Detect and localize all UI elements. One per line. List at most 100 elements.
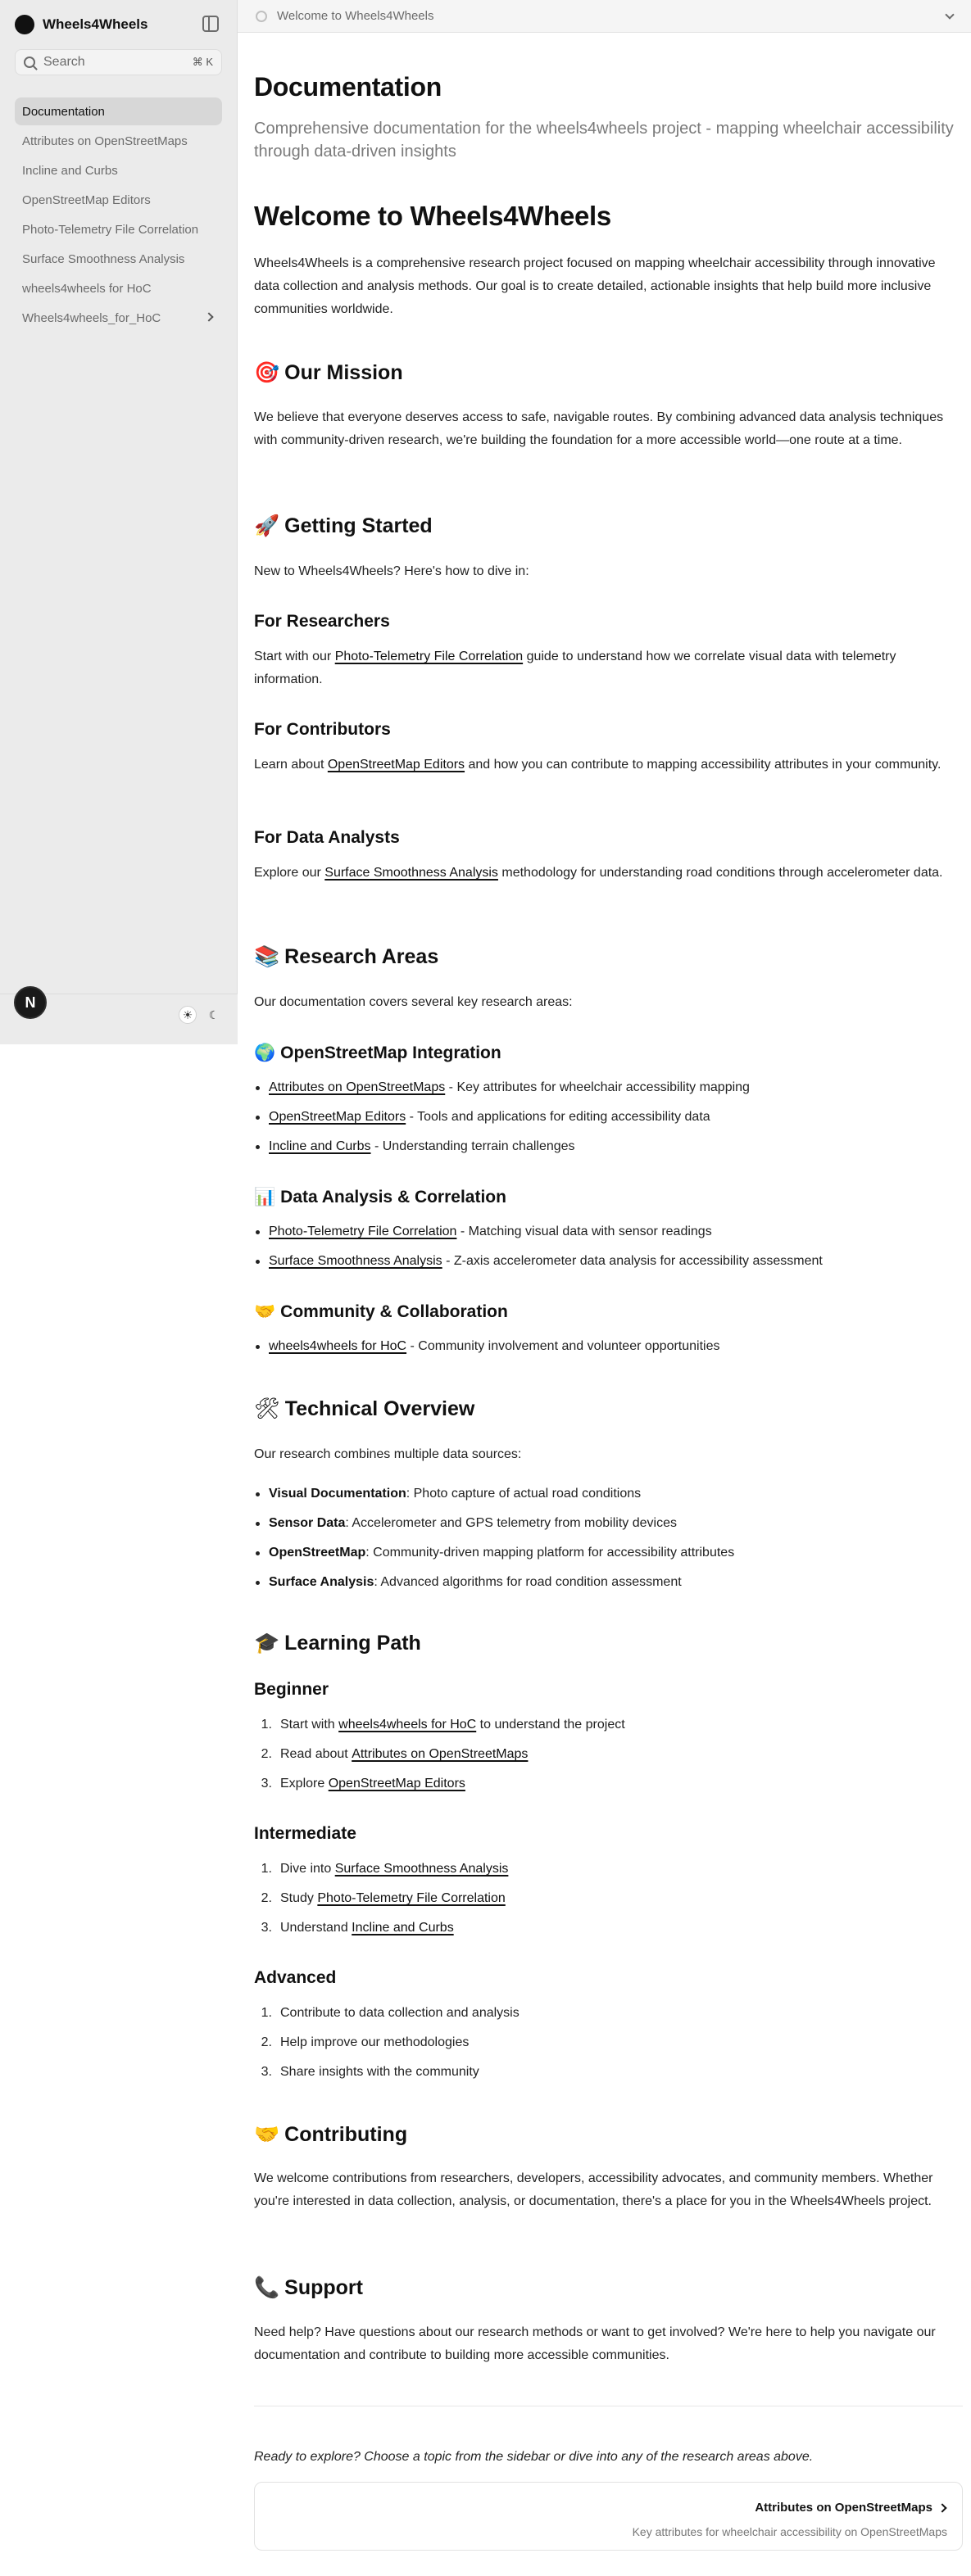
text-span: Understand — [280, 1921, 352, 1935]
osm-heading-text: OpenStreetMap Integration — [280, 1044, 501, 1062]
target-icon: 🎯 — [254, 360, 280, 384]
rocket-icon: 🚀 — [254, 514, 280, 537]
phone-icon: 📞 — [254, 2275, 280, 2299]
link-wheels4wheels-hoc[interactable]: wheels4wheels for HoC — [338, 1718, 476, 1732]
graduation-cap-icon: 🎓 — [254, 1631, 280, 1655]
link-photo-telemetry[interactable]: Photo-Telemetry File Correlation — [335, 650, 523, 663]
list-item: 3. Share insights with the community — [254, 2058, 963, 2087]
sidebar-item-wheels4wheels-for-hoc-folder[interactable]: Wheels4wheels_for_HoC — [15, 304, 222, 332]
globe-icon: 🌍 — [254, 1043, 276, 1062]
search-input[interactable]: Search ⌘ K — [15, 49, 222, 75]
link-openstreetmap-editors[interactable]: OpenStreetMap Editors — [328, 758, 465, 772]
list-number: 2. — [261, 2035, 272, 2049]
list-number: 1. — [261, 1718, 272, 1732]
sidebar-item-photo-telemetry[interactable]: Photo-Telemetry File Correlation — [15, 215, 222, 243]
search-placeholder: Search — [43, 55, 85, 69]
intermediate-heading: Intermediate — [254, 1824, 356, 1843]
text-span: - Matching visual data with sensor readi… — [456, 1225, 712, 1238]
link-photo-telemetry[interactable]: Photo-Telemetry File Correlation — [317, 1891, 505, 1905]
text-span: Dive into — [280, 1862, 335, 1876]
tools-icon: 🛠 — [254, 1397, 280, 1420]
link-osm-editors[interactable]: OpenStreetMap Editors — [329, 1777, 465, 1791]
getting-started-intro: New to Wheels4Wheels? Here's how to dive… — [254, 564, 529, 578]
text-span: Share insights with the community — [280, 2065, 479, 2079]
analysts-heading: For Data Analysts — [254, 828, 400, 847]
search-icon — [24, 57, 35, 68]
sidebar-item-incline-and-curbs[interactable]: Incline and Curbs — [15, 156, 222, 184]
sidebar-item-label: Surface Smoothness Analysis — [22, 251, 185, 266]
sidebar-item-documentation[interactable]: Documentation — [15, 97, 222, 125]
sidebar-item-label: wheels4wheels for HoC — [22, 281, 152, 296]
sidebar-toggle-icon[interactable] — [202, 16, 219, 32]
getting-started-heading-text: Getting Started — [284, 514, 433, 537]
sidebar-item-surface-smoothness[interactable]: Surface Smoothness Analysis — [15, 245, 222, 273]
advanced-list: 1. Contribute to data collection and anal… — [254, 1999, 963, 2087]
link-attributes-osm[interactable]: Attributes on OpenStreetMaps — [269, 1080, 445, 1094]
contributors-text: Learn about OpenStreetMap Editors and ho… — [254, 754, 963, 776]
text-span: : Photo capture of actual road condition… — [406, 1487, 642, 1501]
list-item: Sensor Data: Accelerometer and GPS telem… — [254, 1509, 963, 1538]
link-photo-telemetry[interactable]: Photo-Telemetry File Correlation — [269, 1225, 456, 1238]
link-surface-smoothness[interactable]: Surface Smoothness Analysis — [324, 866, 498, 880]
text-span: - Understanding terrain challenges — [370, 1139, 575, 1153]
link-osm-editors[interactable]: OpenStreetMap Editors — [269, 1110, 406, 1124]
link-surface-smoothness[interactable]: Surface Smoothness Analysis — [269, 1254, 442, 1268]
sun-icon[interactable]: ☀ — [179, 1006, 197, 1024]
link-attributes-osm[interactable]: Attributes on OpenStreetMaps — [352, 1747, 528, 1761]
support-heading: 📞 Support — [254, 2275, 963, 2300]
brand-logo — [15, 15, 34, 34]
sidebar-item-label: OpenStreetMap Editors — [22, 192, 151, 207]
list-item: 2. Help improve our methodologies — [254, 2028, 963, 2058]
research-intro: Our documentation covers several key res… — [254, 995, 573, 1009]
text-span: methodology for understanding road condi… — [497, 866, 943, 880]
list-item: 3. Explore OpenStreetMap Editors — [254, 1769, 963, 1799]
search-shortcut: ⌘ K — [192, 56, 213, 68]
data-analysis-heading: 📊 Data Analysis & Correlation — [254, 1187, 963, 1207]
welcome-text: Wheels4Wheels is a comprehensive researc… — [254, 256, 936, 316]
technical-list: Visual Documentation: Photo capture of a… — [254, 1479, 963, 1597]
sidebar-item-label: Incline and Curbs — [22, 163, 118, 178]
text-span: Help improve our methodologies — [280, 2035, 470, 2049]
handshake-icon: 🤝 — [254, 1302, 276, 1321]
link-incline-curbs[interactable]: Incline and Curbs — [269, 1139, 371, 1153]
sidebar-item-openstreetmap-editors[interactable]: OpenStreetMap Editors — [15, 186, 222, 214]
link-surface-smoothness[interactable]: Surface Smoothness Analysis — [335, 1862, 509, 1876]
mission-heading-text: Our Mission — [284, 361, 403, 384]
brand[interactable]: Wheels4Wheels — [15, 14, 148, 35]
getting-started-heading: 🚀 Getting Started — [254, 514, 963, 538]
chevron-down-icon[interactable] — [945, 9, 955, 20]
sidebar-item-label: Wheels4wheels_for_HoC — [22, 310, 161, 325]
mission-heading: 🎯 Our Mission — [254, 360, 963, 385]
osm-list: Attributes on OpenStreetMaps - Key attri… — [254, 1073, 963, 1161]
avatar[interactable]: N — [14, 986, 47, 1019]
next-page-card[interactable]: Attributes on OpenStreetMaps Key attribu… — [254, 2482, 963, 2551]
list-item: Photo-Telemetry File Correlation - Match… — [254, 1217, 963, 1247]
text-span: : Accelerometer and GPS telemetry from m… — [345, 1516, 677, 1530]
learning-heading: 🎓 Learning Path — [254, 1631, 963, 1655]
data-analysis-list: Photo-Telemetry File Correlation - Match… — [254, 1217, 963, 1276]
link-incline-curbs[interactable]: Incline and Curbs — [352, 1921, 454, 1935]
theme-toggle[interactable]: ☀ ☾ — [179, 1006, 223, 1024]
list-number: 3. — [261, 2065, 272, 2079]
topbar-title: Welcome to Wheels4Wheels — [277, 9, 434, 23]
sidebar-footer: N ☀ ☾ — [0, 986, 238, 1044]
list-item: Incline and Curbs - Understanding terrai… — [254, 1132, 963, 1161]
sidebar-item-wheels4wheels-hoc[interactable]: wheels4wheels for HoC — [15, 274, 222, 302]
sidebar: Wheels4Wheels Search ⌘ K Documentation A… — [0, 0, 238, 1044]
text-span: Start with our — [254, 650, 335, 663]
welcome-heading: Welcome to Wheels4Wheels — [254, 201, 611, 231]
handshake-icon: 🤝 — [254, 2122, 280, 2146]
technical-heading: 🛠 Technical Overview — [254, 1397, 963, 1421]
list-item: OpenStreetMap Editors - Tools and applic… — [254, 1102, 963, 1132]
mission-text: We believe that everyone deserves access… — [254, 410, 944, 447]
list-number: 2. — [261, 1747, 272, 1761]
support-text: Need help? Have questions about our rese… — [254, 2325, 936, 2362]
moon-icon[interactable]: ☾ — [205, 1006, 223, 1024]
list-item: 1. Dive into Surface Smoothness Analysis — [254, 1854, 963, 1884]
community-heading: 🤝 Community & Collaboration — [254, 1302, 963, 1322]
sidebar-item-attributes-on-openstreetmaps[interactable]: Attributes on OpenStreetMaps — [15, 127, 222, 155]
osm-heading: 🌍 OpenStreetMap Integration — [254, 1043, 963, 1063]
advanced-heading: Advanced — [254, 1968, 337, 1987]
link-wheels4wheels-hoc[interactable]: wheels4wheels for HoC — [269, 1339, 406, 1353]
support-heading-text: Support — [284, 2276, 363, 2299]
